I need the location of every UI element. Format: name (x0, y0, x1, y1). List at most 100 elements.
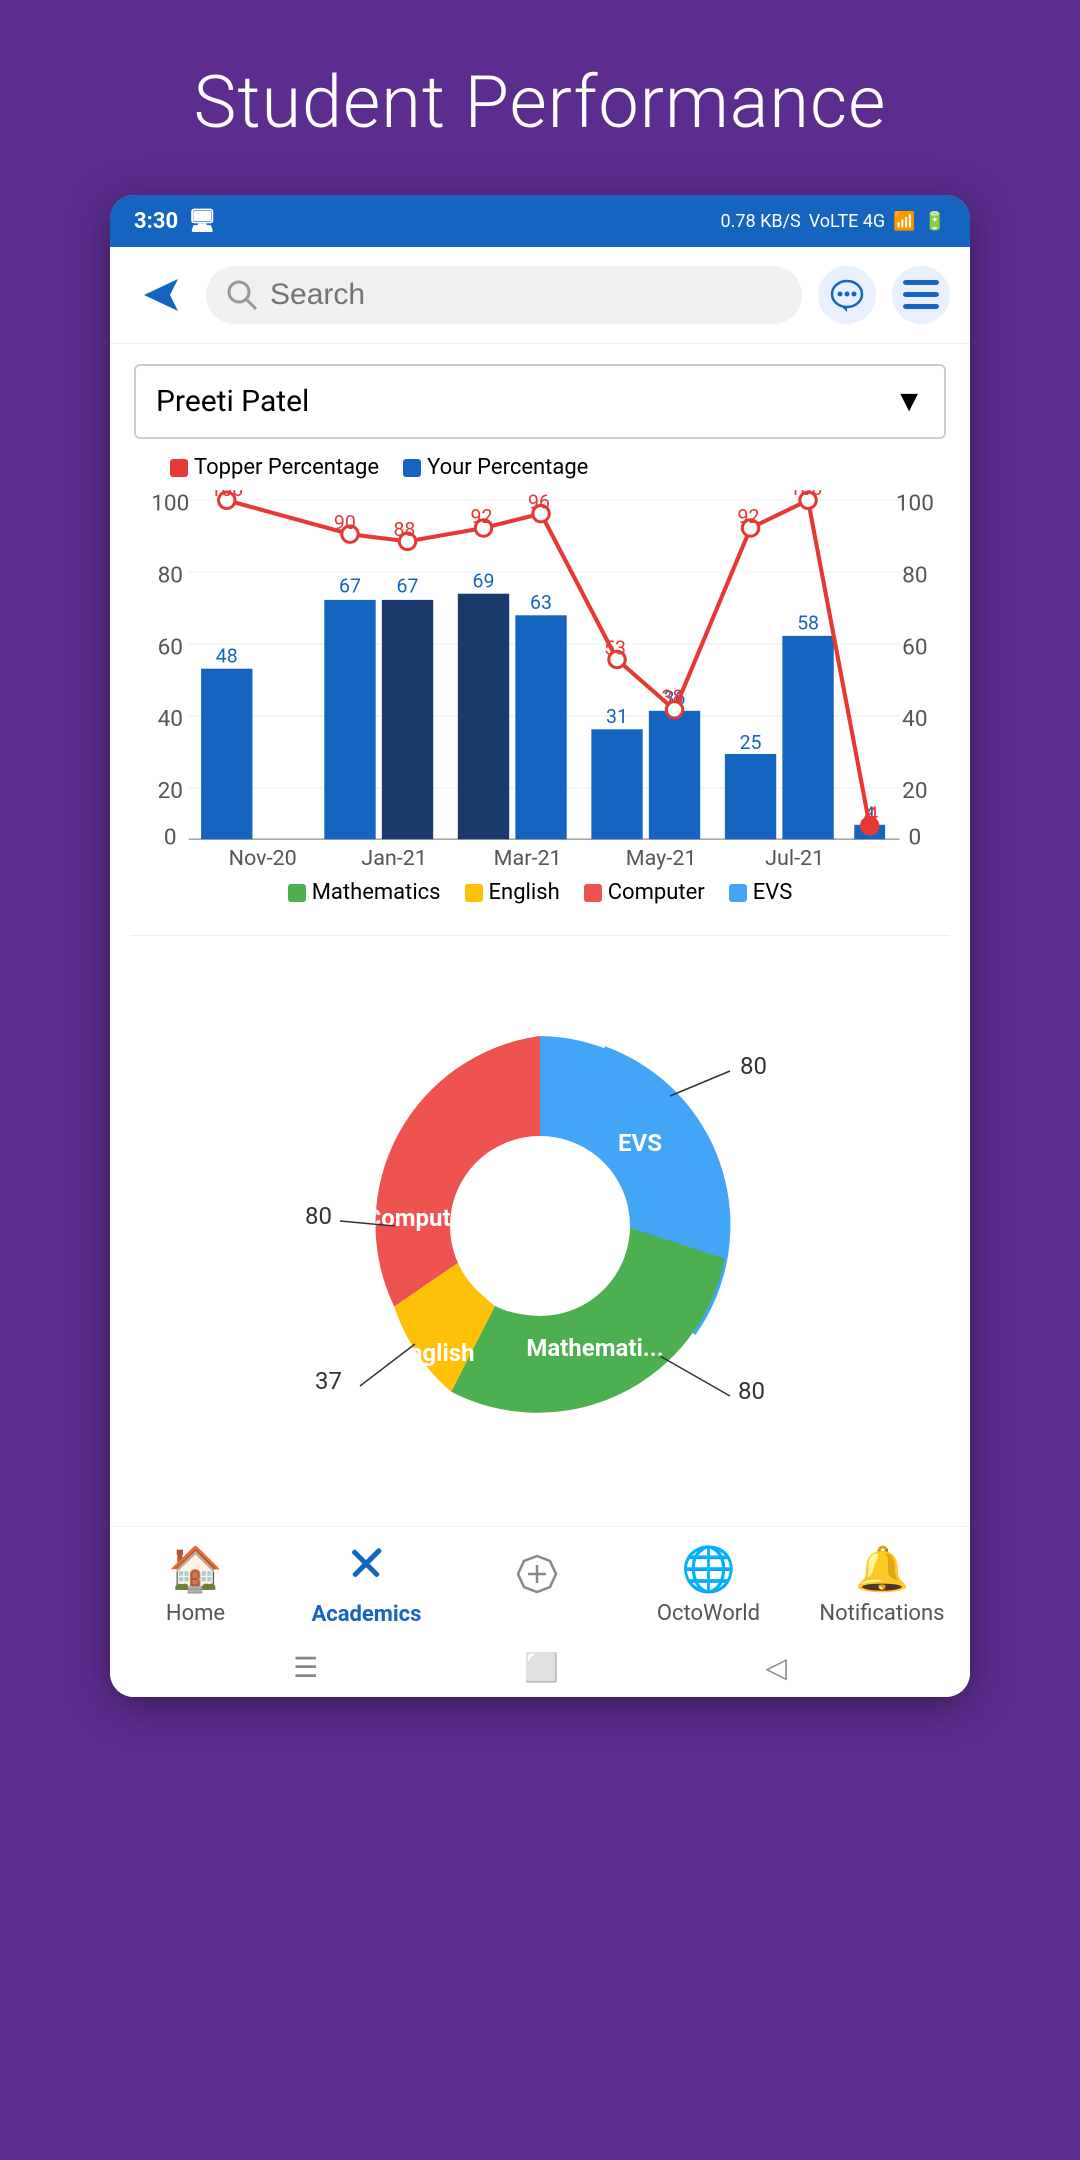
network-speed: 0.78 KB/S (721, 211, 801, 232)
search-input[interactable] (270, 278, 782, 312)
svg-text:100: 100 (790, 490, 823, 500)
bar-jan21b (382, 600, 433, 839)
computer-value: 80 (305, 1202, 332, 1230)
svg-text:67: 67 (339, 575, 361, 598)
donut-chart-section: EVS Mathemati... English Compute... 80 8… (110, 936, 970, 1526)
svg-text:Jul-21: Jul-21 (765, 846, 824, 870)
bar-mar21b (515, 615, 566, 839)
back-button[interactable] (130, 265, 190, 325)
battery-icon: 🔋 (924, 211, 946, 232)
svg-text:Mar-21: Mar-21 (494, 846, 562, 870)
chat-icon (829, 277, 865, 313)
math-value: 80 (738, 1377, 765, 1405)
english-value: 37 (315, 1367, 342, 1395)
svg-text:90: 90 (334, 511, 356, 534)
svg-text:Nov-20: Nov-20 (229, 846, 297, 870)
academics-icon (344, 1541, 388, 1596)
bottom-nav: 🏠 Home Academics (110, 1526, 970, 1637)
network-type: VoLTE 4G (809, 211, 885, 232)
nav-academics-label: Academics (312, 1602, 422, 1627)
bar-jul21a (725, 754, 776, 839)
bar-nov20 (201, 669, 252, 839)
student-dropdown[interactable]: Preeti Patel ▼ (134, 364, 946, 439)
bar-may21a (591, 729, 642, 839)
nav-academics[interactable]: Academics (306, 1541, 426, 1627)
svg-text:May-21: May-21 (626, 846, 697, 870)
evs-label: EVS (618, 1129, 662, 1157)
octoplus-icon (512, 1551, 562, 1612)
svg-text:25: 25 (740, 731, 762, 754)
nav-notifications-label: Notifications (819, 1601, 944, 1626)
android-back-icon[interactable]: ◁ (765, 1651, 787, 1684)
math-legend-label: Mathematics (312, 880, 441, 905)
svg-text:58: 58 (797, 612, 819, 635)
computer-label: Compute... (366, 1204, 485, 1232)
svg-text:100: 100 (151, 490, 189, 517)
student-dropdown-section: Preeti Patel ▼ (110, 344, 970, 439)
svg-text:38: 38 (662, 686, 684, 709)
svg-text:20: 20 (902, 777, 927, 804)
svg-text:48: 48 (216, 645, 238, 668)
chart-legend: Topper Percentage Your Percentage (170, 455, 950, 480)
svg-text:40: 40 (158, 705, 183, 732)
chat-button[interactable] (818, 266, 876, 324)
bar-jan21a (324, 600, 375, 839)
svg-text:80: 80 (902, 561, 927, 588)
svg-text:63: 63 (530, 591, 552, 614)
android-nav-bar: ☰ ⬜ ◁ (110, 1637, 970, 1697)
svg-text:88: 88 (393, 518, 415, 541)
svg-text:80: 80 (158, 561, 183, 588)
english-legend-label: English (489, 880, 560, 905)
nav-octoplus[interactable] (477, 1551, 597, 1618)
status-screen-icon: 🖥 (188, 209, 216, 234)
search-icon (226, 279, 258, 311)
svg-text:96: 96 (528, 490, 550, 513)
svg-text:92: 92 (738, 505, 760, 528)
svg-text:69: 69 (473, 570, 495, 593)
nav-home-label: Home (166, 1601, 225, 1626)
math-legend-dot (288, 884, 306, 902)
evs-annotation-line (670, 1071, 730, 1096)
svg-text:31: 31 (606, 705, 628, 728)
svg-text:20: 20 (158, 777, 183, 804)
home-icon: 🏠 (168, 1543, 223, 1595)
signal-icon: 📶 (893, 211, 915, 232)
bar-jul21b (782, 636, 833, 839)
nav-home[interactable]: 🏠 Home (135, 1543, 255, 1626)
svg-text:100: 100 (210, 490, 243, 501)
evs-legend-label: EVS (753, 880, 793, 905)
svg-text:40: 40 (902, 705, 927, 732)
page-title: Student Performance (154, 0, 927, 195)
search-bar[interactable] (206, 266, 802, 324)
svg-text:0: 0 (909, 823, 922, 850)
phone-frame: 3:30 🖥 0.78 KB/S VoLTE 4G 📶 🔋 (110, 195, 970, 1697)
your-legend-label: Your Percentage (427, 455, 588, 480)
svg-text:67: 67 (397, 575, 419, 598)
notifications-icon: 🔔 (855, 1543, 910, 1595)
english-label: English (395, 1339, 474, 1367)
menu-button[interactable] (892, 266, 950, 324)
nav-notifications[interactable]: 🔔 Notifications (819, 1543, 944, 1626)
menu-icon (903, 280, 939, 310)
status-bar: 3:30 🖥 0.78 KB/S VoLTE 4G 📶 🔋 (110, 195, 970, 247)
topper-legend-dot (170, 459, 188, 477)
nav-octoworld-label: OctoWorld (657, 1601, 760, 1626)
evs-value: 80 (740, 1052, 767, 1080)
english-legend-dot (465, 884, 483, 902)
your-legend-dot (403, 459, 421, 477)
math-annotation-line (660, 1356, 730, 1396)
computer-legend-dot (584, 884, 602, 902)
android-home-icon[interactable]: ⬜ (524, 1651, 559, 1684)
evs-legend-dot (729, 884, 747, 902)
top-bar (110, 247, 970, 344)
svg-text:100: 100 (896, 490, 934, 517)
svg-text:60: 60 (902, 633, 927, 660)
donut-chart-svg: EVS Mathemati... English Compute... 80 8… (240, 966, 840, 1506)
bar-chart-svg: 100 80 60 40 20 0 100 80 60 40 20 0 (130, 490, 950, 870)
dropdown-arrow: ▼ (894, 384, 924, 419)
nav-octoworld[interactable]: 🌐 OctoWorld (648, 1543, 768, 1626)
android-menu-icon[interactable]: ☰ (293, 1651, 318, 1684)
topper-legend-label: Topper Percentage (194, 455, 379, 480)
bar-chart-area: Topper Percentage Your Percentage 100 80… (110, 439, 970, 935)
svg-text:4: 4 (867, 803, 878, 826)
